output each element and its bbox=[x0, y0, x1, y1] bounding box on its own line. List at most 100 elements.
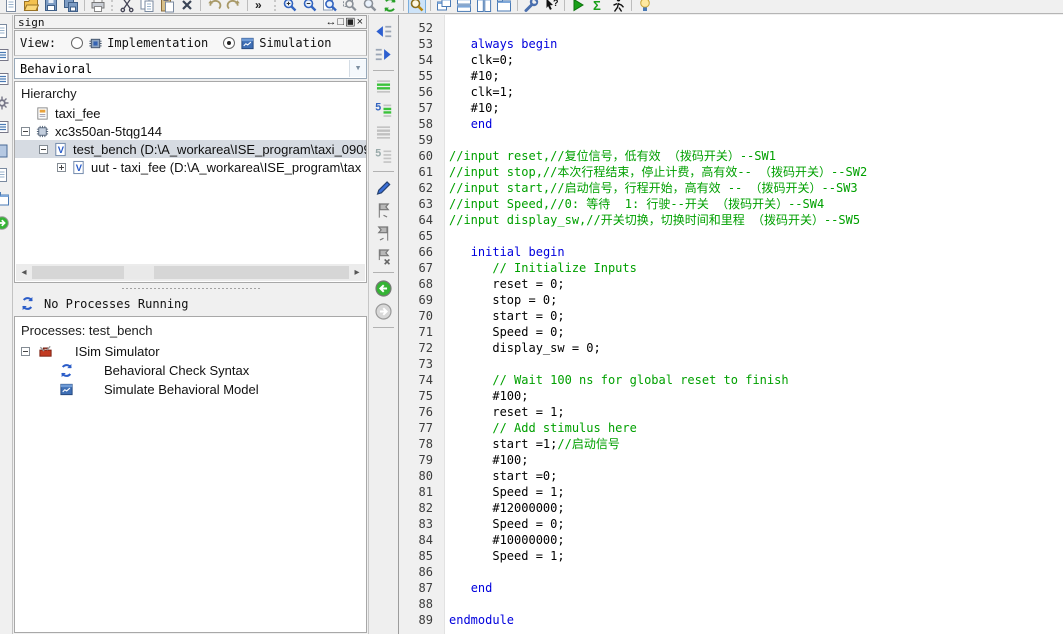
library-book-icon[interactable] bbox=[0, 143, 10, 159]
redo-icon[interactable] bbox=[226, 0, 242, 13]
options-gear-icon[interactable] bbox=[0, 95, 10, 111]
close-button[interactable]: × bbox=[357, 16, 363, 28]
paste-icon[interactable] bbox=[159, 0, 175, 13]
highlight-lines-icon[interactable] bbox=[374, 77, 393, 96]
toolbar-overflow-icon[interactable]: » bbox=[253, 0, 269, 13]
cut-icon[interactable] bbox=[119, 0, 135, 13]
zoom-in-icon[interactable] bbox=[282, 0, 298, 13]
new-file-icon[interactable] bbox=[3, 0, 19, 13]
view-label: View: bbox=[20, 36, 56, 50]
hierarchy-tree-row[interactable]: taxi_fee bbox=[15, 104, 366, 122]
process-row[interactable]: ISim Simulator bbox=[15, 342, 366, 361]
save-icon[interactable] bbox=[43, 0, 59, 13]
simulation-label: Simulation bbox=[259, 36, 331, 50]
process-label: ISim Simulator bbox=[75, 344, 160, 359]
zoom-out-icon[interactable] bbox=[302, 0, 318, 13]
prev-bookmark-icon[interactable] bbox=[374, 224, 393, 243]
tree-expander-minus[interactable] bbox=[21, 347, 30, 356]
maximize-button[interactable]: □ bbox=[338, 16, 345, 28]
panel-splitter[interactable] bbox=[14, 285, 367, 291]
code-text: #10000000; bbox=[444, 532, 565, 548]
goto-next-icon[interactable] bbox=[374, 45, 393, 64]
code-line: 60//input reset,//复位信号，低有效 （拨码开关）--SW1 bbox=[400, 148, 1063, 164]
cascade-windows-icon[interactable] bbox=[436, 0, 452, 13]
code-line: 68 reset = 0; bbox=[400, 276, 1063, 292]
toggle-bookmark-icon[interactable] bbox=[374, 178, 393, 197]
whats-this-help-icon[interactable]: ? bbox=[543, 0, 559, 13]
implementation-label: Implementation bbox=[107, 36, 208, 50]
chip-icon bbox=[35, 124, 50, 139]
run-specified-time-icon[interactable]: Σ bbox=[590, 0, 606, 13]
process-row[interactable]: Simulate Behavioral Model bbox=[15, 380, 366, 399]
simulation-mode-combobox[interactable]: Behavioral ▾ bbox=[14, 58, 367, 79]
run-all-icon[interactable] bbox=[610, 0, 626, 13]
code-editor[interactable]: 5253 always begin54 clk=0;55 #10;56 clk=… bbox=[400, 15, 1063, 634]
goto-prev-icon[interactable] bbox=[374, 22, 393, 41]
clear-bookmarks-icon[interactable] bbox=[374, 247, 393, 266]
code-line: 82 #12000000; bbox=[400, 500, 1063, 516]
toolbar-separator bbox=[631, 0, 632, 11]
forward-icon[interactable] bbox=[374, 302, 393, 321]
scroll-left-arrow[interactable]: ◂ bbox=[16, 267, 32, 278]
toolbar-separator bbox=[247, 0, 248, 11]
print-icon[interactable] bbox=[90, 0, 106, 13]
tree-expander-minus[interactable] bbox=[39, 145, 48, 154]
hierarchy-horizontal-scrollbar[interactable]: ◂ ▸ bbox=[16, 264, 365, 281]
code-text: clk=0; bbox=[444, 52, 514, 68]
console-window-icon[interactable] bbox=[0, 191, 10, 207]
code-line: 61//input stop,//本次行程结束，停止计费，高有效-- （拨码开关… bbox=[400, 164, 1063, 180]
undo-highlight-icon[interactable]: 5 bbox=[374, 100, 393, 119]
line-number: 73 bbox=[400, 356, 444, 372]
scroll-right-arrow[interactable]: ▸ bbox=[349, 267, 365, 278]
file-page-icon[interactable] bbox=[0, 167, 10, 183]
list-panel3-icon[interactable] bbox=[0, 119, 10, 135]
back-icon[interactable] bbox=[374, 279, 393, 298]
run-icon[interactable] bbox=[570, 0, 586, 13]
next-bookmark-icon[interactable] bbox=[374, 201, 393, 220]
hierarchy-tree-row[interactable]: xc3s50an-5tqg144 bbox=[15, 122, 366, 140]
process-row[interactable]: Behavioral Check Syntax bbox=[15, 361, 366, 380]
code-text: Speed = 1; bbox=[444, 484, 565, 500]
tabbed-windows-icon[interactable] bbox=[496, 0, 512, 13]
simulation-radio[interactable] bbox=[223, 37, 235, 49]
line-number: 75 bbox=[400, 388, 444, 404]
zoom-full-view-icon[interactable] bbox=[322, 0, 338, 13]
tile-horizontal-icon[interactable] bbox=[456, 0, 472, 13]
chevron-down-icon[interactable]: ▾ bbox=[349, 60, 366, 77]
line-number: 61 bbox=[400, 164, 444, 180]
undo-icon[interactable] bbox=[206, 0, 222, 13]
find-icon[interactable] bbox=[409, 0, 425, 13]
delete-icon[interactable] bbox=[179, 0, 195, 13]
list-panel2-icon[interactable] bbox=[0, 71, 10, 87]
save-all-icon[interactable] bbox=[63, 0, 79, 13]
undock-button[interactable]: ↔ bbox=[326, 16, 337, 28]
settings-wrench-icon[interactable] bbox=[523, 0, 539, 13]
code-text: start =1;//启动信号 bbox=[444, 436, 620, 452]
new-panel-icon[interactable] bbox=[0, 23, 10, 39]
open-project-icon[interactable] bbox=[23, 0, 39, 13]
restore-button[interactable]: ▣ bbox=[345, 16, 355, 28]
highlight-lines-gray-icon[interactable] bbox=[374, 123, 393, 142]
lightbulb-tip-icon[interactable] bbox=[637, 0, 653, 13]
zoom-prev-icon[interactable] bbox=[362, 0, 378, 13]
green-arrow-icon[interactable] bbox=[0, 215, 10, 231]
list-panel-icon[interactable] bbox=[0, 47, 10, 63]
code-text: stop = 0; bbox=[444, 292, 557, 308]
code-text: reset = 1; bbox=[444, 404, 565, 420]
copy-icon[interactable] bbox=[139, 0, 155, 13]
zoom-box-icon[interactable] bbox=[342, 0, 358, 13]
hierarchy-tree-row[interactable]: Vuut - taxi_fee (D:\A_workarea\ISE_progr… bbox=[15, 158, 366, 176]
hierarchy-tree-row[interactable]: Vtest_bench (D:\A_workarea\ISE_program\t… bbox=[15, 140, 366, 158]
tile-vertical-icon[interactable] bbox=[476, 0, 492, 13]
toolbar-grip bbox=[274, 0, 277, 11]
scrollbar-thumb[interactable] bbox=[124, 266, 154, 279]
line-number: 74 bbox=[400, 372, 444, 388]
implementation-radio[interactable] bbox=[71, 37, 83, 49]
tree-expander-plus[interactable] bbox=[57, 163, 66, 172]
tree-expander-minus[interactable] bbox=[21, 127, 30, 136]
undo-highlight-gray-icon[interactable]: 5 bbox=[374, 146, 393, 165]
toolbar-separator bbox=[373, 171, 394, 172]
line-number: 76 bbox=[400, 404, 444, 420]
refresh-icon[interactable] bbox=[382, 0, 398, 13]
scrollbar-track[interactable] bbox=[32, 266, 349, 279]
